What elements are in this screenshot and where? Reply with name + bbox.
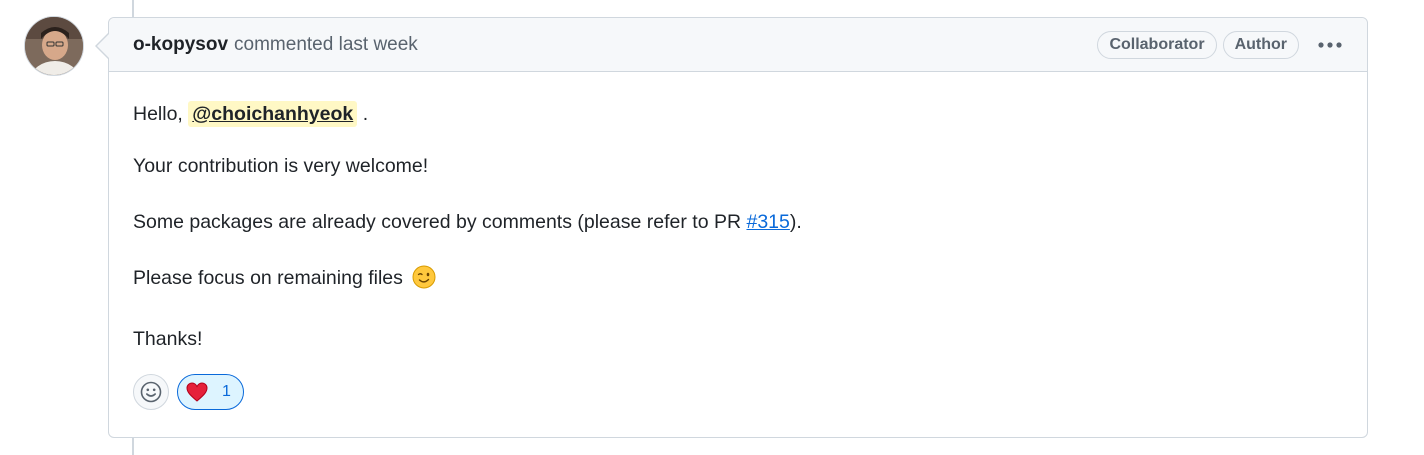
comment-action-text: commented last week <box>234 34 418 56</box>
paragraph-thanks: Thanks! <box>133 328 203 350</box>
greeting-end: . <box>362 103 369 125</box>
kebab-horizontal-icon[interactable] <box>1317 35 1343 55</box>
pr-link[interactable]: #315 <box>746 211 789 233</box>
add-reaction-button[interactable] <box>133 374 169 410</box>
author-link[interactable]: o-kopysov <box>133 34 228 56</box>
comment-body: Hello, @choichanhyeok . Your contributio… <box>109 72 1367 351</box>
wink-emoji-icon <box>412 265 436 295</box>
reactions-bar: 1 <box>133 374 244 410</box>
paragraph-focus: Please focus on remaining files <box>133 265 1343 295</box>
heart-icon <box>186 382 208 402</box>
avatar[interactable] <box>24 16 84 76</box>
greeting-text: Hello, <box>133 103 183 125</box>
user-mention[interactable]: @choichanhyeok <box>188 101 358 127</box>
timestamp-link[interactable]: last week <box>339 34 418 55</box>
author-badge: Author <box>1222 30 1299 59</box>
smiley-icon <box>140 381 162 403</box>
packages-text-end: ). <box>789 211 802 233</box>
comment-box: o-kopysov commented last week Collaborat… <box>108 17 1368 438</box>
heart-reaction-button[interactable]: 1 <box>177 374 244 410</box>
collaborator-badge: Collaborator <box>1097 30 1217 59</box>
packages-text: Some packages are already covered by com… <box>133 211 747 233</box>
paragraph-welcome: Your contribution is very welcome! <box>133 155 429 177</box>
action-verb: commented <box>234 33 334 55</box>
paragraph-packages: Some packages are already covered by com… <box>133 210 1343 234</box>
focus-text: Please focus on remaining files <box>133 267 403 289</box>
reaction-count: 1 <box>222 383 231 400</box>
comment-caret-fill <box>97 33 110 59</box>
paragraph-greeting: Hello, @choichanhyeok . <box>133 101 1343 127</box>
comment-header: o-kopysov commented last week Collaborat… <box>109 18 1367 72</box>
